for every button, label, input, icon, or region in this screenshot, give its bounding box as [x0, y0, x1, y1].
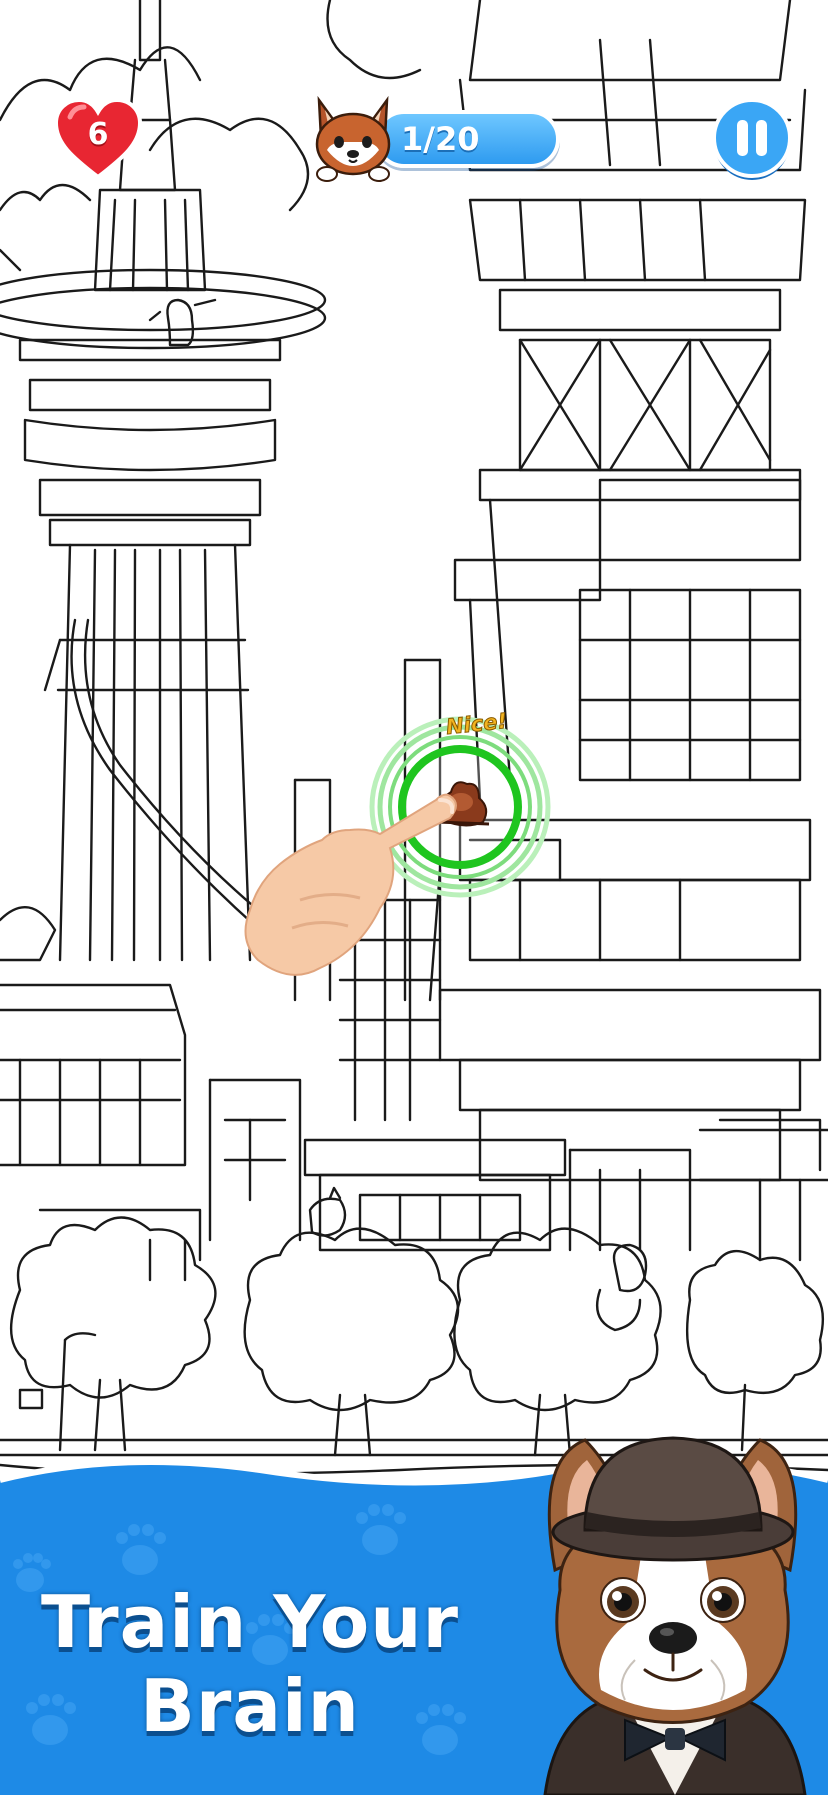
found-progress: 1/20 — [305, 92, 565, 182]
banner-title: Train Your Brain — [20, 1580, 480, 1748]
hand-pointer-icon — [244, 793, 457, 976]
lives-indicator: 6 — [52, 95, 144, 185]
banner-title-line-1: Train Your — [40, 1580, 460, 1664]
lives-count: 6 — [87, 117, 109, 152]
french-bulldog-mascot — [543, 1436, 807, 1795]
pause-button[interactable] — [710, 98, 794, 182]
progress-count: 1/20 — [401, 120, 480, 158]
shiba-dog-icon — [315, 95, 391, 182]
banner-title-line-2: Brain — [140, 1664, 360, 1748]
game-screen: 6 1/20 Nice! Train Your Brain — [0, 0, 828, 1795]
pause-icon — [712, 98, 792, 180]
